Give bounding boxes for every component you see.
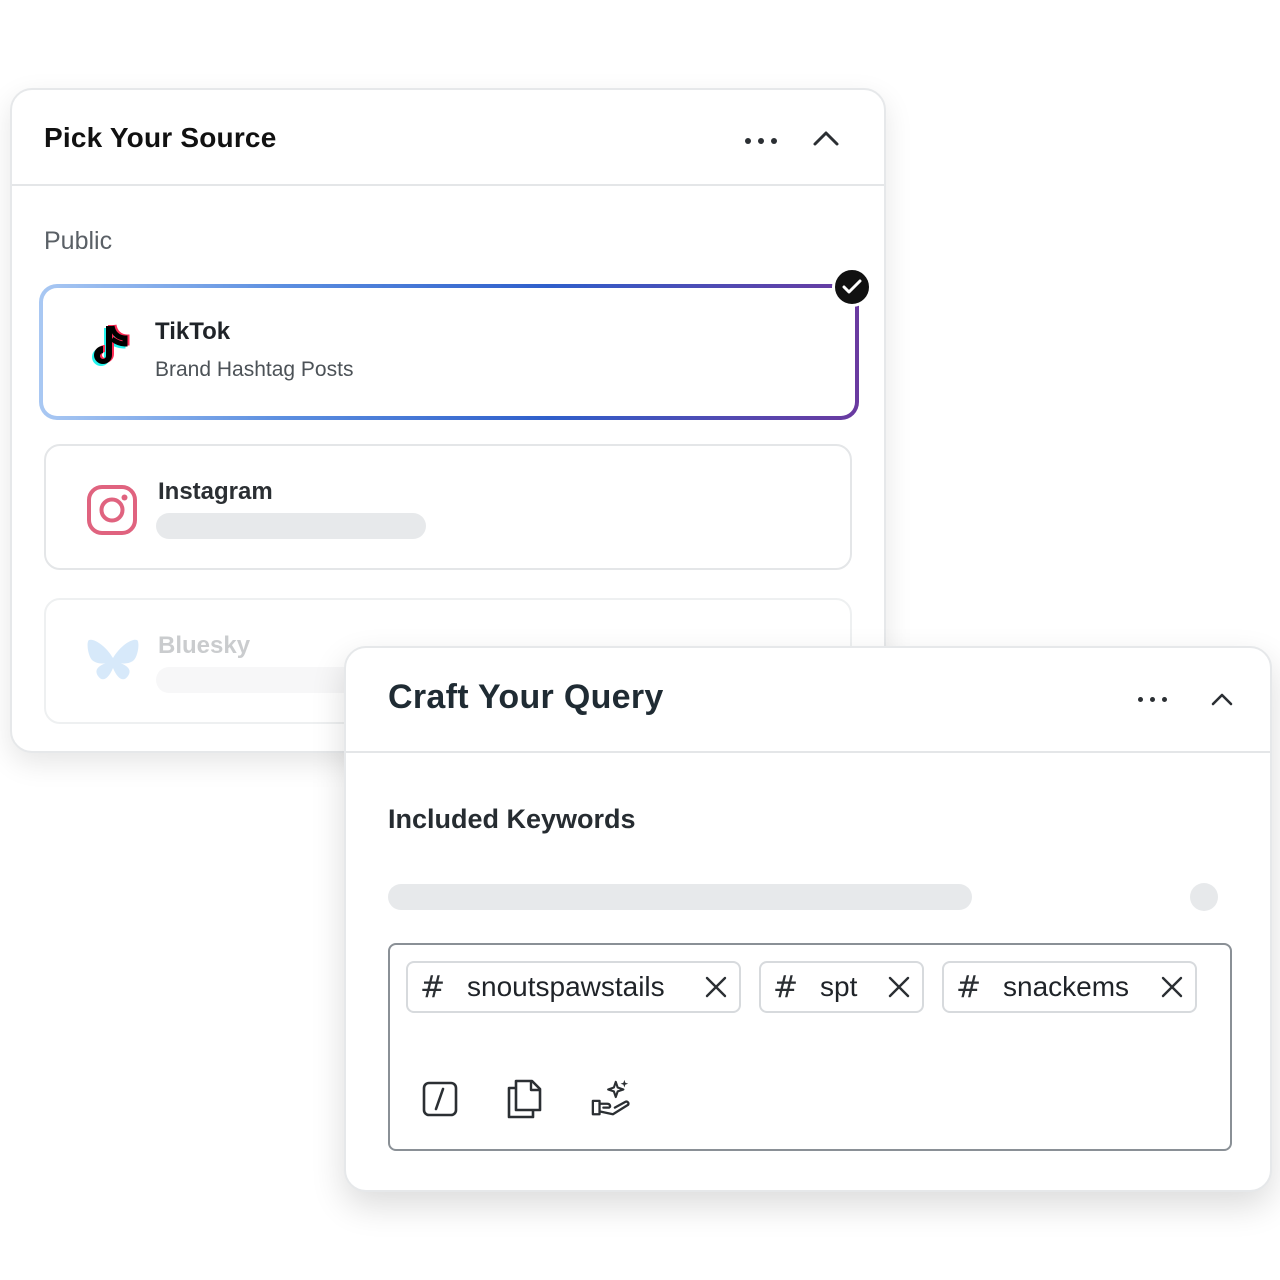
hashtag-icon: # <box>956 969 982 1005</box>
instagram-icon <box>86 484 137 535</box>
slash-command-icon[interactable] <box>419 1077 461 1121</box>
more-options-icon[interactable] <box>1138 697 1167 702</box>
source-card-title: Pick Your Source <box>44 122 277 153</box>
bluesky-icon <box>86 636 139 686</box>
included-keywords-label: Included Keywords <box>388 804 636 834</box>
tiktok-icon <box>82 322 132 372</box>
keyword-tag-label: spt <box>820 971 858 1002</box>
query-card: Craft Your Query Included Keywords # sno… <box>344 646 1272 1192</box>
remove-tag-icon[interactable] <box>705 976 727 998</box>
source-name: Instagram <box>158 478 273 505</box>
chevron-up-icon[interactable] <box>1210 688 1234 715</box>
source-subtitle: Brand Hashtag Posts <box>155 358 354 381</box>
query-card-title: Craft Your Query <box>388 678 664 716</box>
query-card-header: Craft Your Query <box>346 648 1270 753</box>
selected-check-icon <box>832 267 872 307</box>
keywords-input[interactable]: # snoutspawstails # spt # snackems <box>388 943 1232 1151</box>
skeleton-placeholder <box>388 884 972 910</box>
keyword-tag-label: snoutspawstails <box>467 971 665 1002</box>
ai-suggest-icon[interactable] <box>590 1077 632 1121</box>
source-option-tiktok[interactable]: TikTok Brand Hashtag Posts <box>39 284 859 420</box>
hashtag-icon: # <box>773 969 799 1005</box>
section-label-public: Public <box>44 227 113 255</box>
source-name: Bluesky <box>158 632 251 659</box>
keyword-tag[interactable]: # snoutspawstails <box>406 961 741 1013</box>
keyword-tag[interactable]: # spt <box>759 961 924 1013</box>
skeleton-placeholder <box>156 513 426 539</box>
keyword-tag-label: snackems <box>1003 971 1130 1002</box>
source-name: TikTok <box>155 318 231 345</box>
source-option-instagram[interactable]: Instagram <box>44 444 852 570</box>
skeleton-toggle <box>1190 883 1218 911</box>
copy-icon[interactable] <box>503 1077 545 1121</box>
hashtag-icon: # <box>420 969 446 1005</box>
keyword-tag[interactable]: # snackems <box>942 961 1197 1013</box>
more-options-icon[interactable] <box>745 138 777 144</box>
chevron-up-icon[interactable] <box>812 126 840 155</box>
remove-tag-icon[interactable] <box>888 976 910 998</box>
remove-tag-icon[interactable] <box>1161 976 1183 998</box>
source-card-header: Pick Your Source <box>12 90 884 186</box>
